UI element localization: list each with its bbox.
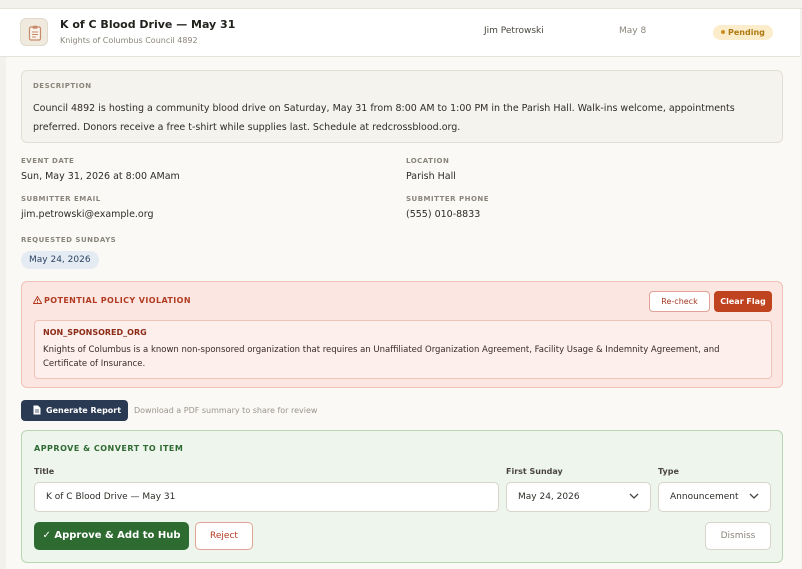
- violation-message: Knights of Columbus is a known non-spons…: [43, 345, 720, 369]
- chevron-down-icon: [629, 493, 639, 499]
- policy-violation-title: POTENTIAL POLICY VIOLATION: [32, 295, 191, 305]
- description-text: Council 4892 is hosting a community bloo…: [33, 103, 735, 133]
- chevron-down-icon: [749, 493, 759, 499]
- violation-code: NON_SPONSORED_ORG: [43, 328, 147, 337]
- type-value: Announcement: [670, 492, 739, 502]
- description-box: DESCRIPTION Council 4892 is hosting a co…: [21, 70, 783, 143]
- clear-flag-button[interactable]: Clear Flag: [714, 291, 772, 312]
- first-sunday-select[interactable]: May 24, 2026: [506, 482, 651, 512]
- title-input[interactable]: K of C Blood Drive — May 31: [34, 482, 499, 512]
- first-sunday-label: First Sunday: [506, 467, 563, 476]
- dismiss-button[interactable]: Dismiss: [705, 522, 771, 550]
- submission-row[interactable]: K of C Blood Drive — May 31 Knights of C…: [0, 9, 800, 57]
- type-select[interactable]: Announcement: [658, 482, 771, 512]
- violation-detail: NON_SPONSORED_ORG Knights of Columbus is…: [34, 320, 772, 379]
- type-label: Type: [658, 467, 679, 476]
- recheck-button[interactable]: Re-check: [649, 291, 710, 312]
- submitter-email-label: SUBMITTER EMAIL: [21, 195, 101, 203]
- submission-organization: Knights of Columbus Council 4892: [60, 36, 198, 45]
- submitter-phone-value[interactable]: (555) 010-8833: [406, 209, 480, 220]
- submitter-email-value[interactable]: jim.petrowski@example.org: [21, 209, 154, 220]
- clipboard-icon: [20, 18, 48, 46]
- submitted-date: May 8: [619, 26, 647, 36]
- requested-sunday-chip: May 24, 2026: [21, 251, 99, 269]
- warning-icon: [32, 295, 43, 304]
- top-strip: [0, 0, 802, 9]
- policy-violation-title-text: POTENTIAL POLICY VIOLATION: [44, 296, 191, 305]
- generate-report-button[interactable]: Generate Report: [21, 400, 128, 421]
- status-label: Pending: [728, 28, 765, 37]
- submitter-phone-label: SUBMITTER PHONE: [406, 195, 490, 203]
- submitter-name: Jim Petrowski: [484, 26, 544, 36]
- generate-report-label: Generate Report: [46, 406, 122, 415]
- title-field-label: Title: [34, 467, 55, 476]
- description-label: DESCRIPTION: [33, 82, 92, 90]
- status-badge: Pending: [713, 25, 773, 40]
- event-date-value: Sun, May 31, 2026 at 8:00 AMam: [21, 171, 180, 182]
- event-date-label: EVENT DATE: [21, 157, 75, 165]
- first-sunday-value: May 24, 2026: [518, 492, 580, 502]
- location-value: Parish Hall: [406, 171, 456, 182]
- report-hint: Download a PDF summary to share for revi…: [134, 406, 318, 415]
- location-label: LOCATION: [406, 157, 450, 165]
- policy-violation-box: POTENTIAL POLICY VIOLATION Re-check Clea…: [21, 281, 783, 388]
- document-icon: [33, 405, 41, 415]
- approve-section: APPROVE & CONVERT TO ITEM Title K of C B…: [21, 430, 783, 563]
- approve-section-title: APPROVE & CONVERT TO ITEM: [34, 444, 184, 453]
- reject-button[interactable]: Reject: [195, 522, 253, 550]
- submission-title: K of C Blood Drive — May 31: [60, 18, 236, 31]
- approve-add-button[interactable]: ✓ Approve & Add to Hub: [34, 522, 189, 550]
- status-dot-icon: [721, 29, 725, 34]
- title-input-value: K of C Blood Drive — May 31: [46, 492, 176, 502]
- requested-sundays-label: REQUESTED SUNDAYS: [21, 236, 117, 244]
